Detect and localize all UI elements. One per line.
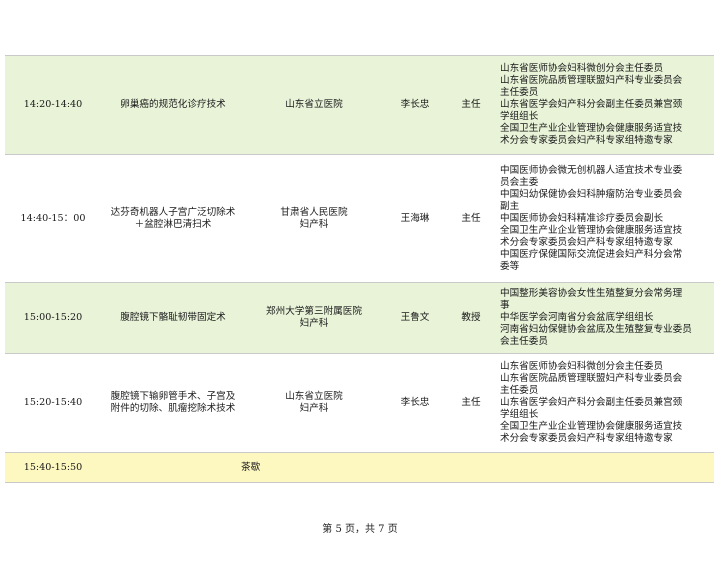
time-text: 15:00-15:20	[23, 312, 83, 323]
topic-line: ＋盆腔淋巴清扫术	[134, 218, 212, 230]
org-line: 妇产科	[299, 403, 329, 414]
schedule-table: 14:20-14:40 卵巢癌的规范化诊疗技术 山东省立医院 李长忠 主任 山东…	[5, 55, 714, 483]
role-line: 中国医师协会微无创机器人适宜技术专业委	[500, 164, 683, 176]
org-line: 郑州大学第三附属医院	[266, 306, 362, 317]
role-line: 主任委员	[500, 87, 539, 98]
role-line: 学组组长	[500, 111, 539, 122]
time-text: 14:40-15：00	[20, 212, 86, 224]
role-line: 中国医疗保健国际交流促进会妇产科分会常	[500, 248, 683, 260]
role-cell: 中国整形美容协会女性生殖整复分会常务理 事 中华医学会河南省分会盆底学组组长 河…	[495, 282, 714, 354]
role-line: 山东省医学会妇产科分会副主任委员兼宫颈	[500, 397, 683, 408]
role-line: 山东省医学会妇产科分会副主任委员兼宫颈	[500, 99, 683, 110]
topic-cell: 腹腔镜下骼耻韧带固定术	[101, 282, 245, 354]
table-row: 14:40-15：00 达芬奇机器人子宫广泛切除术 ＋盆腔淋巴清扫术 甘肃省人民…	[5, 154, 714, 283]
topic-line: 附件的切除、肌瘤挖除术技术	[110, 403, 236, 414]
time-cell: 14:40-15：00	[5, 154, 101, 283]
role-line: 河南省妇幼保健协会盆底及生殖整复专业委员	[500, 324, 692, 335]
role-line: 会主任委员	[500, 336, 548, 347]
speaker-title: 教授	[461, 312, 481, 323]
org-line: 山东省立医院	[285, 99, 343, 110]
time-cell: 15:00-15:20	[5, 282, 101, 354]
break-time-cell: 15:40-15:50	[5, 452, 101, 483]
table-row: 15:00-15:20 腹腔镜下骼耻韧带固定术 郑州大学第三附属医院 妇产科 王…	[5, 282, 714, 354]
speaker-cell: 王鲁文	[383, 282, 447, 354]
role-line: 全国卫生产业企业管理协会健康服务适宜技	[500, 123, 683, 134]
speaker-title: 主任	[461, 99, 481, 110]
speaker-title: 主任	[461, 397, 481, 408]
table-row: 14:20-14:40 卵巢癌的规范化诊疗技术 山东省立医院 李长忠 主任 山东…	[5, 55, 714, 155]
org-line: 山东省立医院	[285, 391, 343, 402]
role-cell: 山东省医师协会妇科微创分会主任委员 山东省医院品质管理联盟妇产科专业委员会 主任…	[495, 353, 714, 453]
topic-line: 腹腔镜下输卵管手术、子宫及	[110, 391, 236, 402]
title-cell: 教授	[447, 282, 495, 354]
role-line: 中国整形美容协会女性生殖整复分会常务理	[500, 288, 683, 299]
role-line: 副主	[500, 200, 520, 212]
break-label: 茶歇	[241, 461, 261, 473]
topic-cell: 卵巢癌的规范化诊疗技术	[101, 55, 245, 155]
time-cell: 14:20-14:40	[5, 55, 101, 155]
document-page: 14:20-14:40 卵巢癌的规范化诊疗技术 山东省立医院 李长忠 主任 山东…	[0, 0, 720, 566]
topic-cell: 达芬奇机器人子宫广泛切除术 ＋盆腔淋巴清扫术	[101, 154, 245, 283]
org-line: 甘肃省人民医院	[280, 206, 348, 218]
role-line: 中华医学会河南省分会盆底学组组长	[500, 312, 654, 323]
role-line: 事	[500, 300, 510, 311]
org-cell: 山东省立医院 妇产科	[245, 353, 383, 453]
speaker-title: 主任	[461, 212, 481, 224]
title-cell: 主任	[447, 353, 495, 453]
speaker-cell: 李长忠	[383, 353, 447, 453]
org-cell: 甘肃省人民医院 妇产科	[245, 154, 383, 283]
role-line: 委等	[500, 260, 520, 272]
time-text: 15:20-15:40	[23, 397, 83, 408]
role-cell: 山东省医师协会妇科微创分会主任委员 山东省医院品质管理联盟妇产科专业委员会 主任…	[495, 55, 714, 155]
title-cell: 主任	[447, 55, 495, 155]
role-line: 山东省医院品质管理联盟妇产科专业委员会	[500, 373, 683, 384]
role-line: 员会主委	[500, 176, 539, 188]
role-line: 术分会专家委员会妇产科专家组特邀专家	[500, 236, 673, 248]
table-row: 15:20-15:40 腹腔镜下输卵管手术、子宫及 附件的切除、肌瘤挖除术技术 …	[5, 353, 714, 453]
role-cell: 中国医师协会微无创机器人适宜技术专业委 员会主委 中国妇幼保健协会妇科肿瘤防治专…	[495, 154, 714, 283]
role-line: 全国卫生产业企业管理协会健康服务适宜技	[500, 421, 683, 432]
break-time: 15:40-15:50	[23, 461, 83, 473]
topic-line: 卵巢癌的规范化诊疗技术	[120, 99, 226, 110]
role-line: 中国妇幼保健协会妇科肿瘤防治专业委员会	[500, 188, 683, 200]
role-line: 山东省医师协会妇科微创分会主任委员	[500, 63, 664, 74]
role-line: 主任委员	[500, 385, 539, 396]
topic-line: 达芬奇机器人子宫广泛切除术	[110, 206, 236, 218]
role-line: 山东省医师协会妇科微创分会主任委员	[500, 361, 664, 372]
org-line: 妇产科	[299, 218, 329, 230]
time-cell: 15:20-15:40	[5, 353, 101, 453]
org-cell: 山东省立医院	[245, 55, 383, 155]
role-line: 学组组长	[500, 409, 539, 420]
role-line: 全国卫生产业企业管理协会健康服务适宜技	[500, 224, 683, 236]
speaker-name: 李长忠	[400, 397, 430, 408]
topic-cell: 腹腔镜下输卵管手术、子宫及 附件的切除、肌瘤挖除术技术	[101, 353, 245, 453]
title-cell: 主任	[447, 154, 495, 283]
time-text: 14:20-14:40	[23, 99, 83, 110]
break-row: 15:40-15:50 茶歇	[5, 452, 714, 483]
role-line: 术分会专家委员会妇产科专家组特邀专家	[500, 433, 673, 444]
org-cell: 郑州大学第三附属医院 妇产科	[245, 282, 383, 354]
speaker-name: 王海琳	[400, 212, 430, 224]
speaker-cell: 王海琳	[383, 154, 447, 283]
role-line: 山东省医院品质管理联盟妇产科专业委员会	[500, 75, 683, 86]
org-line: 妇产科	[299, 318, 329, 329]
speaker-cell: 李长忠	[383, 55, 447, 155]
topic-line: 腹腔镜下骼耻韧带固定术	[120, 312, 226, 323]
role-line: 中国医师协会妇科精准诊疗委员会副长	[500, 212, 664, 224]
speaker-name: 王鲁文	[400, 312, 430, 323]
page-number: 第 5 页，共 7 页	[322, 524, 398, 535]
speaker-name: 李长忠	[400, 99, 430, 110]
break-label-cell: 茶歇	[101, 452, 714, 483]
role-line: 术分会专家委员会妇产科专家组特邀专家	[500, 135, 673, 146]
schedule-body: 14:20-14:40 卵巢癌的规范化诊疗技术 山东省立医院 李长忠 主任 山东…	[5, 55, 714, 483]
